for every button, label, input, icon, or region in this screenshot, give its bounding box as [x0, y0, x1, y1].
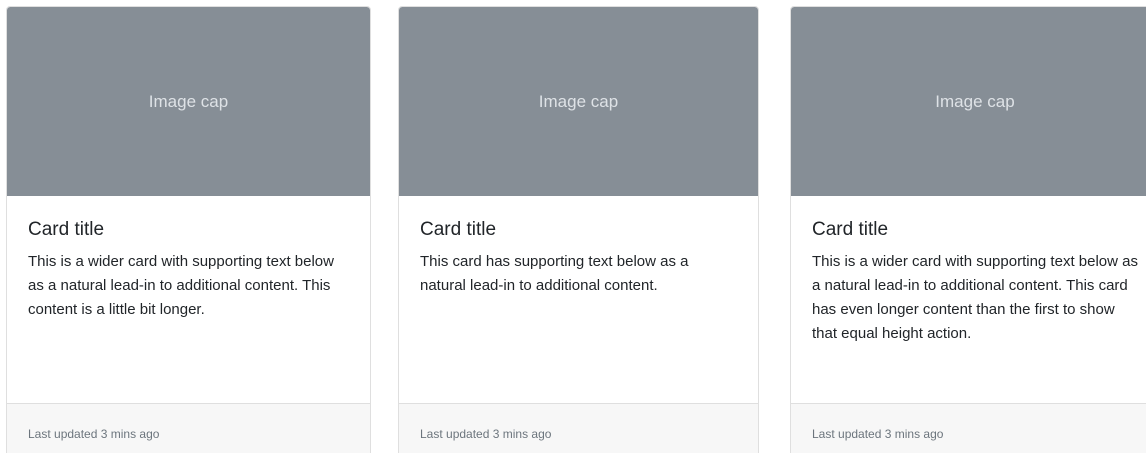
- card-body: Card title This card has supporting text…: [399, 196, 758, 403]
- card-title: Card title: [812, 219, 889, 240]
- card-title: Card title: [28, 219, 105, 240]
- card-1: Image cap Card title This is a wider car…: [6, 6, 371, 453]
- image-cap-label: Image cap: [538, 91, 619, 111]
- card-image-cap: Image cap: [399, 7, 758, 196]
- card-image-cap: Image cap: [7, 7, 370, 196]
- card-footer: Last updated 3 mins ago: [791, 403, 1146, 453]
- image-cap-label: Image cap: [935, 91, 1015, 111]
- card-group: Image cap Card title This is a wider car…: [0, 0, 1146, 453]
- card-text: This is a wider card with supporting tex…: [812, 253, 1138, 342]
- card-text: This card has supporting text below as a…: [420, 253, 689, 294]
- card-body: Card title This is a wider card with sup…: [791, 196, 1146, 403]
- last-updated-text: Last updated 3 mins ago: [420, 427, 552, 441]
- last-updated-text: Last updated 3 mins ago: [812, 427, 944, 441]
- image-cap-label: Image cap: [148, 91, 229, 111]
- card-footer: Last updated 3 mins ago: [7, 403, 370, 453]
- last-updated-text: Last updated 3 mins ago: [28, 427, 160, 441]
- card-2: Image cap Card title This card has suppo…: [398, 6, 759, 453]
- card-footer: Last updated 3 mins ago: [399, 403, 758, 453]
- card-title: Card title: [420, 219, 497, 240]
- card-text: This is a wider card with supporting tex…: [28, 253, 334, 318]
- card-image-cap: Image cap: [791, 7, 1146, 196]
- card-3: Image cap Card title This is a wider car…: [790, 6, 1146, 453]
- card-body: Card title This is a wider card with sup…: [7, 196, 370, 403]
